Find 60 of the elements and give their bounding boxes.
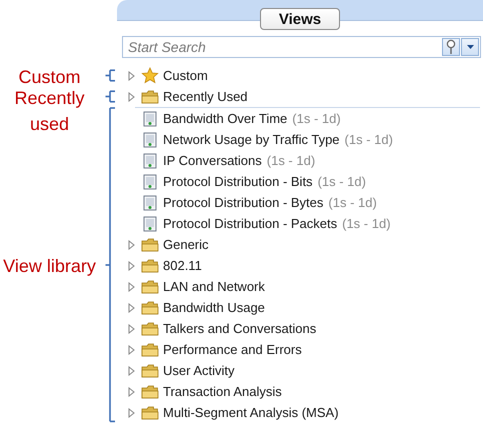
expand-arrow-icon[interactable] [128, 344, 136, 354]
search-icon [446, 39, 456, 55]
document-icon [141, 110, 159, 126]
tree-item-label[interactable]: User Activity [163, 363, 235, 378]
tree-item-label[interactable]: Multi-Segment Analysis (MSA) [163, 405, 339, 420]
folder-icon [141, 258, 159, 272]
search-button[interactable] [442, 38, 460, 56]
time-range: (1s - 1d) [344, 132, 393, 147]
document-icon [141, 152, 159, 168]
tree-item-label[interactable]: Performance and Errors [163, 342, 302, 357]
folder-icon [141, 406, 159, 420]
tree-item-label[interactable]: Bandwidth Usage [163, 300, 265, 315]
expand-arrow-icon[interactable] [128, 260, 136, 270]
tree-item-label[interactable]: Generic [163, 237, 209, 252]
document-icon [141, 174, 159, 190]
folder-icon [141, 384, 159, 398]
folder-icon [141, 300, 159, 314]
tree-item-label[interactable]: IP Conversations [163, 153, 262, 168]
folder-icon [141, 238, 159, 252]
tree-item-label[interactable]: Protocol Distribution - Bits [163, 174, 313, 189]
caret-icon [466, 45, 474, 49]
folder-icon [141, 342, 159, 356]
search-field[interactable]: Start Search [122, 36, 481, 58]
annotation-label: View library [2, 255, 97, 278]
tree-item-label[interactable]: Recently Used [163, 89, 248, 104]
tree-item-label[interactable]: Protocol Distribution - Bytes [163, 195, 324, 210]
time-range: (1s - 1d) [292, 111, 341, 126]
tree-item-label[interactable]: Protocol Distribution - Packets [163, 216, 338, 231]
annotation-label: Custom [17, 66, 82, 88]
folder-icon [141, 280, 159, 294]
tree-item-label[interactable]: LAN and Network [163, 279, 265, 294]
dropdown-button[interactable] [461, 38, 479, 56]
expand-arrow-icon[interactable] [128, 70, 136, 80]
annotation-label: Recently used [13, 86, 86, 136]
expand-arrow-icon[interactable] [128, 282, 136, 292]
tree-item-label[interactable]: Bandwidth Over Time [163, 111, 288, 126]
expand-arrow-icon[interactable] [128, 386, 136, 396]
folder-icon [141, 364, 159, 378]
panel-tab[interactable]: Views [260, 8, 340, 30]
expand-arrow-icon[interactable] [128, 240, 136, 250]
time-range: (1s - 1d) [266, 153, 316, 168]
folder-icon [141, 322, 159, 336]
expand-arrow-icon[interactable] [128, 92, 136, 102]
expand-arrow-icon[interactable] [128, 324, 136, 334]
tree-item-label[interactable]: Custom [163, 68, 208, 83]
expand-arrow-icon[interactable] [128, 408, 136, 418]
tree-item-label[interactable]: 802.11 [163, 258, 202, 273]
document-icon [141, 216, 159, 232]
document-icon [141, 132, 159, 148]
tree-item-label[interactable]: Network Usage by Traffic Type [163, 132, 340, 147]
tree-item-label[interactable]: Transaction Analysis [163, 384, 282, 399]
tree-item-label[interactable]: Talkers and Conversations [163, 321, 316, 336]
time-range: (1s - 1d) [318, 174, 366, 189]
time-range: (1s - 1d) [328, 195, 377, 210]
star-icon [141, 67, 159, 84]
expand-arrow-icon[interactable] [128, 302, 136, 312]
folder-icon [141, 90, 159, 104]
expand-arrow-icon[interactable] [128, 366, 136, 376]
time-range: (1s - 1d) [342, 216, 391, 231]
document-icon [141, 194, 159, 210]
